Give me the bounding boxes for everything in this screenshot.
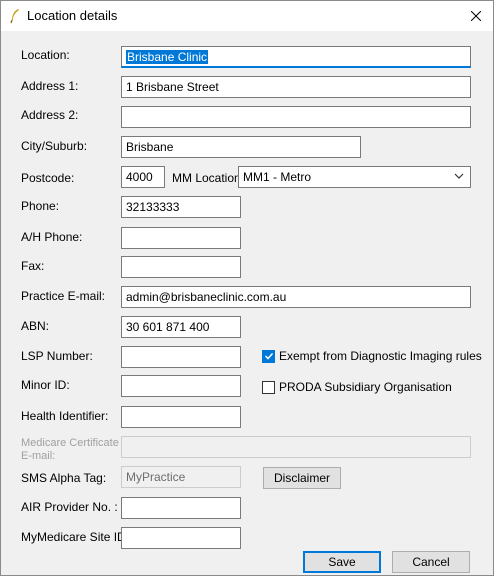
address2-label: Address 2: bbox=[21, 108, 79, 122]
minor-id-input[interactable] bbox=[121, 375, 241, 397]
close-button[interactable] bbox=[463, 3, 489, 29]
abn-label: ABN: bbox=[21, 319, 50, 333]
location-details-dialog: Location details Location: Brisbane Clin… bbox=[0, 0, 494, 576]
exempt-di-checkbox[interactable]: Exempt from Diagnostic Imaging rules bbox=[262, 349, 482, 363]
postcode-label: Postcode: bbox=[21, 171, 75, 185]
mm-location-select[interactable]: MM1 - Metro bbox=[238, 166, 471, 188]
abn-input[interactable]: 30 601 871 400 bbox=[121, 316, 241, 338]
address1-input[interactable]: 1 Brisbane Street bbox=[121, 76, 471, 98]
fax-label: Fax: bbox=[21, 259, 45, 273]
lsp-number-label: LSP Number: bbox=[21, 349, 93, 363]
exempt-di-checkbox-box[interactable] bbox=[262, 349, 275, 363]
fax-input[interactable] bbox=[121, 256, 241, 278]
proda-checkbox-box[interactable] bbox=[262, 380, 275, 394]
ah-phone-label: A/H Phone: bbox=[21, 230, 83, 244]
sms-alpha-tag-input[interactable]: MyPractice bbox=[121, 466, 241, 488]
practice-email-label: Practice E-mail: bbox=[21, 289, 106, 303]
save-button[interactable]: Save bbox=[303, 551, 381, 573]
title-bar: Location details bbox=[1, 1, 493, 31]
city-input[interactable]: Brisbane bbox=[121, 136, 361, 158]
mymedicare-site-id-input[interactable] bbox=[121, 527, 241, 549]
mymedicare-site-id-label: MyMedicare Site ID: bbox=[21, 530, 130, 544]
checkmark-icon bbox=[264, 352, 273, 360]
health-identifier-input[interactable] bbox=[121, 406, 241, 428]
phone-input[interactable]: 32133333 bbox=[121, 196, 241, 218]
proda-checkbox[interactable]: PRODA Subsidiary Organisation bbox=[262, 380, 452, 394]
address1-label: Address 1: bbox=[21, 79, 79, 93]
location-label: Location: bbox=[21, 48, 70, 62]
proda-label: PRODA Subsidiary Organisation bbox=[279, 380, 452, 394]
window-title: Location details bbox=[27, 8, 118, 23]
sms-alpha-tag-label: SMS Alpha Tag: bbox=[21, 471, 107, 485]
location-value: Brisbane Clinic bbox=[126, 50, 209, 64]
ah-phone-input[interactable] bbox=[121, 227, 241, 249]
health-identifier-label: Health Identifier: bbox=[21, 409, 109, 423]
city-label: City/Suburb: bbox=[21, 139, 88, 153]
air-provider-label: AIR Provider No. : bbox=[21, 500, 118, 514]
lsp-number-input[interactable] bbox=[121, 346, 241, 368]
address2-input[interactable] bbox=[121, 106, 471, 128]
practice-email-input[interactable]: admin@brisbaneclinic.com.au bbox=[121, 286, 471, 308]
close-icon bbox=[471, 11, 481, 21]
postcode-input[interactable]: 4000 bbox=[121, 166, 165, 188]
mm-location-value: MM1 - Metro bbox=[243, 170, 312, 184]
exempt-di-label: Exempt from Diagnostic Imaging rules bbox=[279, 349, 482, 363]
medicare-cert-email-label: Medicare Certificate E-mail: bbox=[21, 437, 119, 462]
form-area: Location: Brisbane Clinic Address 1: 1 B… bbox=[1, 31, 493, 575]
disclaimer-button[interactable]: Disclaimer bbox=[263, 467, 341, 489]
chevron-down-icon bbox=[454, 173, 464, 179]
minor-id-label: Minor ID: bbox=[21, 378, 70, 392]
mm-location-label: MM Location: bbox=[172, 171, 245, 185]
medicare-cert-email-input bbox=[121, 436, 471, 458]
phone-label: Phone: bbox=[21, 199, 60, 213]
feather-quill-icon bbox=[10, 9, 19, 24]
air-provider-input[interactable] bbox=[121, 497, 241, 519]
location-input[interactable]: Brisbane Clinic bbox=[121, 46, 471, 68]
cancel-button[interactable]: Cancel bbox=[392, 551, 470, 573]
